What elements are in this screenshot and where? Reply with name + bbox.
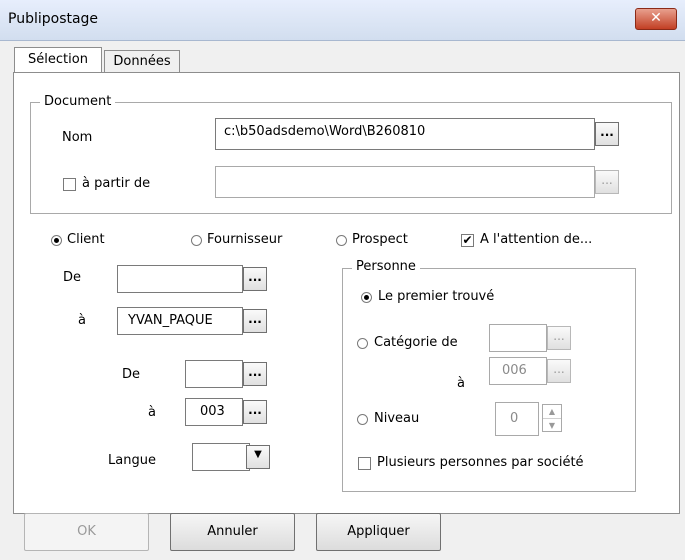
client-label: Client [67,232,105,247]
fournisseur-radio[interactable] [191,235,202,246]
fournisseur-label: Fournisseur [207,232,283,247]
prospect-radio[interactable] [336,235,347,246]
chevron-down-icon[interactable]: ▼ [246,445,270,469]
langue-label: Langue [108,453,156,468]
appliquer-button[interactable]: Appliquer [316,513,441,551]
tab-selection[interactable]: Sélection [14,47,102,74]
nom-input[interactable]: c:\b50adsdemo\Word\B260810 [215,118,595,150]
categorie-de-browse-button[interactable]: ... [547,326,571,350]
a-partir-de-checkbox[interactable] [63,178,76,191]
a-partir-de-input[interactable] [215,166,595,198]
range1-a-browse-button[interactable]: ... [243,309,267,333]
personne-legend: Personne [352,259,420,274]
categorie-label: Catégorie de [374,335,458,350]
range2-a-input[interactable]: 003 [185,398,243,426]
range2-de-browse-button[interactable]: ... [243,362,267,386]
categorie-a-browse-button[interactable]: ... [547,359,571,383]
premier-radio[interactable] [361,292,372,303]
categorie-radio[interactable] [357,338,368,349]
title-bar: Publipostage ✕ [0,0,685,41]
attention-checkbox[interactable]: ✔ [461,234,474,247]
nom-browse-button[interactable]: ... [595,122,619,146]
close-icon[interactable]: ✕ [635,8,677,30]
niveau-input[interactable]: 0 [495,402,539,436]
range1-de-input[interactable] [117,265,243,293]
niveau-label: Niveau [374,411,420,426]
tab-donnees[interactable]: Données [104,50,180,73]
range2-a-browse-button[interactable]: ... [243,400,267,424]
range2-de-label: De [122,367,141,382]
plusieurs-label: Plusieurs personnes par société [377,455,584,470]
spin-down-icon[interactable]: ▼ [543,419,561,432]
categorie-a-label: à [457,376,465,391]
prospect-label: Prospect [352,232,408,247]
attention-label: A l'attention de... [480,232,593,247]
annuler-button[interactable]: Annuler [170,513,295,551]
spin-up-icon[interactable]: ▲ [543,405,561,419]
range1-de-label: De [63,270,82,285]
range1-a-input[interactable]: YVAN_PAQUE [117,307,243,335]
categorie-a-input[interactable]: 006 [489,357,547,385]
client-radio[interactable] [51,235,62,246]
niveau-spinner[interactable]: ▲ ▼ [542,404,562,432]
a-partir-de-browse-button[interactable]: ... [595,170,619,194]
niveau-radio[interactable] [357,414,368,425]
range2-de-input[interactable] [185,360,243,388]
langue-select[interactable] [192,443,250,471]
document-legend: Document [40,94,116,109]
ok-button[interactable]: OK [24,513,149,551]
nom-label: Nom [62,130,93,145]
premier-label: Le premier trouvé [378,289,495,304]
range1-de-browse-button[interactable]: ... [243,267,267,291]
window-title: Publipostage [8,11,99,27]
a-partir-de-label: à partir de [82,176,151,191]
plusieurs-checkbox[interactable] [358,457,371,470]
categorie-de-input[interactable] [489,324,547,352]
range2-a-label: à [148,405,156,420]
range1-a-label: à [78,313,86,328]
